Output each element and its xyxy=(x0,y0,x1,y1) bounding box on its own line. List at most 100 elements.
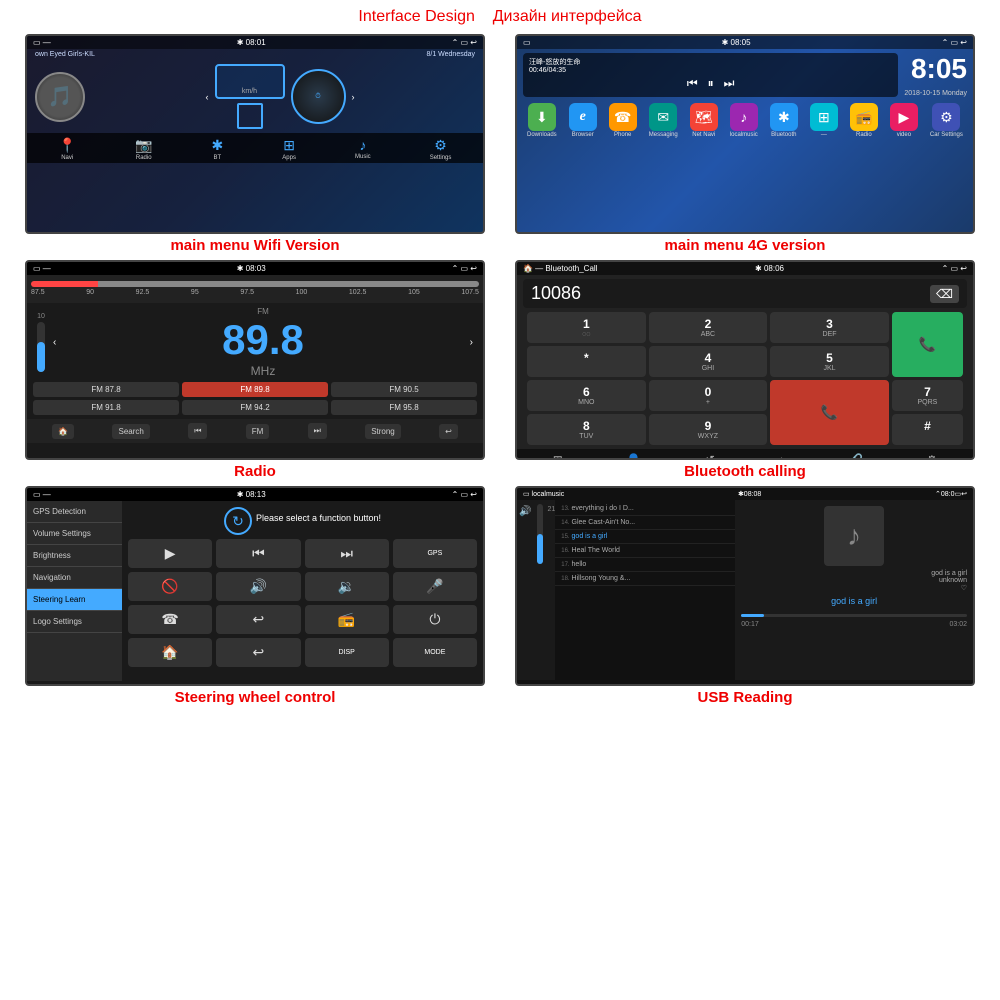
bt-key-2[interactable]: 2 ABC xyxy=(649,312,768,343)
sidebar-gps[interactable]: GPS Detection xyxy=(27,501,122,523)
4g-controls[interactable]: ⏮ ⏸ ⏭ xyxy=(529,74,892,93)
usb-playlist-icon[interactable]: ☰ xyxy=(553,684,564,686)
usb-vol-bar[interactable] xyxy=(537,504,543,564)
bt-key-9[interactable]: 9 WXYZ xyxy=(649,414,768,445)
bt-key-3[interactable]: 3 DEF xyxy=(770,312,889,343)
usb-pause-icon[interactable]: ⏸ xyxy=(777,684,783,686)
radio-fm-btn[interactable]: FM xyxy=(246,424,270,439)
bt-key-7[interactable]: 7 PQRS xyxy=(892,380,963,411)
radio-next-btn2[interactable]: ⏭ xyxy=(308,423,327,439)
prev-btn[interactable]: ⏮ xyxy=(687,76,698,91)
radio-back-btn[interactable]: ↩ xyxy=(439,424,458,439)
bt-key-6[interactable]: 6 MNO xyxy=(527,380,646,411)
wifi-nav-music[interactable]: ♪ Music xyxy=(355,137,371,161)
radio-preset-6[interactable]: FM 95.8 xyxy=(331,400,477,415)
bt-keypad-area: 1 ◌◌ 2 ABC 3 DEF 📞 * xyxy=(517,312,973,445)
wifi-nav-bt[interactable]: ✱ BT xyxy=(211,137,223,161)
next-btn[interactable]: ⏭ xyxy=(724,76,735,91)
sw-play-btn[interactable]: ▶ xyxy=(128,539,212,568)
usb-eq-icon[interactable]: ⚡ xyxy=(922,684,937,686)
bt-call-btn[interactable]: 📞 xyxy=(892,312,963,377)
radio-search-btn[interactable]: Search xyxy=(112,424,149,439)
bt-bottom-refresh[interactable]: ↺ xyxy=(705,453,715,460)
sw-disp-btn[interactable]: DISP xyxy=(305,638,389,667)
app-messaging[interactable]: ✉ Messaging xyxy=(649,103,678,138)
usb-track-16[interactable]: 16. Heal The World xyxy=(555,544,735,558)
bt-key-hash[interactable]: # xyxy=(892,414,963,445)
sw-home-btn[interactable]: 🏠 xyxy=(128,638,212,667)
bt-delete-btn[interactable]: ⌫ xyxy=(930,285,959,303)
wifi-nav-navi[interactable]: 📍 Navi xyxy=(59,137,76,161)
sw-next-btn[interactable]: ⏭ xyxy=(305,539,389,568)
usb-track-14[interactable]: 14. Glee Cast-Ain't No... xyxy=(555,516,735,530)
bt-key-5[interactable]: 5 JKL xyxy=(770,346,889,377)
sw-mute-btn[interactable]: 🚫 xyxy=(128,572,212,601)
sw-back-btn[interactable]: ↩ xyxy=(216,638,300,667)
sw-call-btn[interactable]: ☎ xyxy=(128,605,212,634)
radio-preset-5[interactable]: FM 94.2 xyxy=(182,400,328,415)
sw-radio-btn[interactable]: 📻 xyxy=(305,605,389,634)
app-phone[interactable]: ☎ Phone xyxy=(609,103,637,138)
radio-preset-3[interactable]: FM 90.5 xyxy=(331,382,477,397)
bt-bottom-contact[interactable]: 👤 xyxy=(626,453,641,460)
sw-gps-btn[interactable]: GPS xyxy=(393,539,477,568)
app-carsettings[interactable]: ⚙ Car Settings xyxy=(930,103,963,138)
radio-prev-btn[interactable]: ‹ xyxy=(53,337,56,348)
bt-key-star[interactable]: * xyxy=(527,346,646,377)
wifi-chevron-left[interactable]: ‹ xyxy=(206,92,209,102)
radio-preset-4[interactable]: FM 91.8 xyxy=(33,400,179,415)
app-bluetooth[interactable]: ✱ Bluetooth xyxy=(770,103,798,138)
usb-track-18[interactable]: 18. Hillsong Young &... xyxy=(555,572,735,586)
sidebar-brightness[interactable]: Brightness xyxy=(27,545,122,567)
bt-bottom-settings[interactable]: ⚙ xyxy=(926,453,937,460)
radio-next-btn[interactable]: › xyxy=(470,337,473,348)
bt-key-8[interactable]: 8 TUV xyxy=(527,414,646,445)
usb-progress-bar[interactable] xyxy=(741,614,967,617)
play-btn[interactable]: ⏸ xyxy=(708,76,714,91)
app-grid[interactable]: ⊞ — xyxy=(810,103,838,138)
bt-key-1[interactable]: 1 ◌◌ xyxy=(527,312,646,343)
sw-vol-up-btn[interactable]: 🔊 xyxy=(216,572,300,601)
usb-track-17[interactable]: 17. hello xyxy=(555,558,735,572)
app-downloads[interactable]: ⬇ Downloads xyxy=(527,103,557,138)
radio-home-btn[interactable]: 🏠 xyxy=(52,424,74,439)
usb-next-icon[interactable]: ⏭ xyxy=(847,684,858,686)
wifi-chevron-right[interactable]: › xyxy=(352,92,355,102)
sw-prev-btn[interactable]: ⏮ xyxy=(216,539,300,568)
usb-prev-icon[interactable]: ⏮ xyxy=(702,684,713,686)
sw-vol-down-btn[interactable]: 🔉 xyxy=(305,572,389,601)
usb-track-13[interactable]: 13. everything i do I D... xyxy=(555,502,735,516)
sidebar-steering-learn[interactable]: Steering Learn xyxy=(27,589,122,611)
app-netnavi[interactable]: 🗺 Net Navi xyxy=(690,103,718,138)
wifi-nav-radio[interactable]: 📷 Radio xyxy=(135,137,152,161)
radio-preset-1[interactable]: FM 87.8 xyxy=(33,382,179,397)
bt-bottom-link[interactable]: 🔗 xyxy=(848,453,863,460)
sw-mic-btn[interactable]: 🎤 xyxy=(393,572,477,601)
bt-bottom-music[interactable]: ♪ xyxy=(778,453,784,460)
app-browser[interactable]: e Browser xyxy=(569,103,597,138)
usb-back-icon[interactable]: ↩ xyxy=(628,684,638,686)
bt-bottom-grid[interactable]: ⊞ xyxy=(553,453,563,460)
bt-end-btn[interactable]: 📞 xyxy=(770,380,889,445)
wifi-nav-apps[interactable]: ⊞ Apps xyxy=(282,137,296,161)
radio-strong-btn[interactable]: Strong xyxy=(365,424,401,439)
bt-key-0plus[interactable]: 0 + xyxy=(649,380,768,411)
sidebar-navigation[interactable]: Navigation xyxy=(27,567,122,589)
usb-track-15[interactable]: 15. god is a girl xyxy=(555,530,735,544)
sw-power-btn[interactable]: ⏻ xyxy=(393,605,477,634)
sidebar-logo[interactable]: Logo Settings xyxy=(27,611,122,633)
radio-preset-2[interactable]: FM 89.8 xyxy=(182,382,328,397)
sidebar-volume[interactable]: Volume Settings xyxy=(27,523,122,545)
sw-endcall-btn[interactable]: ↩ xyxy=(216,605,300,634)
app-localmusic[interactable]: ♪ localmusic xyxy=(730,103,758,138)
bt-key-4[interactable]: 4 GHI xyxy=(649,346,768,377)
app-radio[interactable]: 📻 Radio xyxy=(850,103,878,138)
app-video[interactable]: ▶ video xyxy=(890,103,918,138)
radio-prev-btn2[interactable]: ⏮ xyxy=(188,423,207,439)
steering-refresh-icon: ↻ xyxy=(224,507,252,535)
wifi-nav-settings[interactable]: ⚙ Settings xyxy=(430,137,452,161)
radio-vol-track[interactable] xyxy=(37,322,45,372)
sw-mode-btn[interactable]: MODE xyxy=(393,638,477,667)
wifi-nav-bar[interactable]: 📍 Navi 📷 Radio ✱ BT ⊞ Apps ♪ Music xyxy=(27,133,483,163)
radio-controls[interactable]: 🏠 Search ⏮ FM ⏭ Strong ↩ xyxy=(27,419,483,443)
